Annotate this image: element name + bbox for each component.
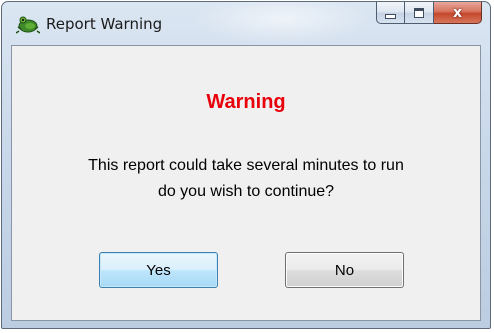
title-bar-glare [192, 2, 372, 44]
yes-button[interactable]: Yes [99, 252, 218, 288]
title-bar[interactable]: Report Warning x [2, 2, 490, 45]
warning-heading: Warning [206, 91, 286, 113]
dialog-window: Report Warning x Warning This report cou… [1, 1, 491, 329]
caption-buttons: x [376, 2, 482, 24]
no-button[interactable]: No [285, 252, 404, 288]
minimize-button[interactable] [376, 2, 405, 24]
close-button[interactable]: x [434, 2, 482, 24]
message-line-2: do you wish to continue? [157, 183, 335, 200]
message-line-1: This report could take several minutes t… [88, 157, 404, 174]
dialog-body: Warning This report could take several m… [11, 45, 481, 321]
minimize-icon [385, 13, 396, 19]
maximize-icon [414, 7, 424, 18]
warning-message: This report could take several minutes t… [12, 153, 480, 205]
maximize-button[interactable] [405, 2, 434, 24]
close-icon: x [452, 4, 463, 21]
window-title: Report Warning [46, 15, 163, 33]
tree-frog-icon [16, 16, 40, 34]
